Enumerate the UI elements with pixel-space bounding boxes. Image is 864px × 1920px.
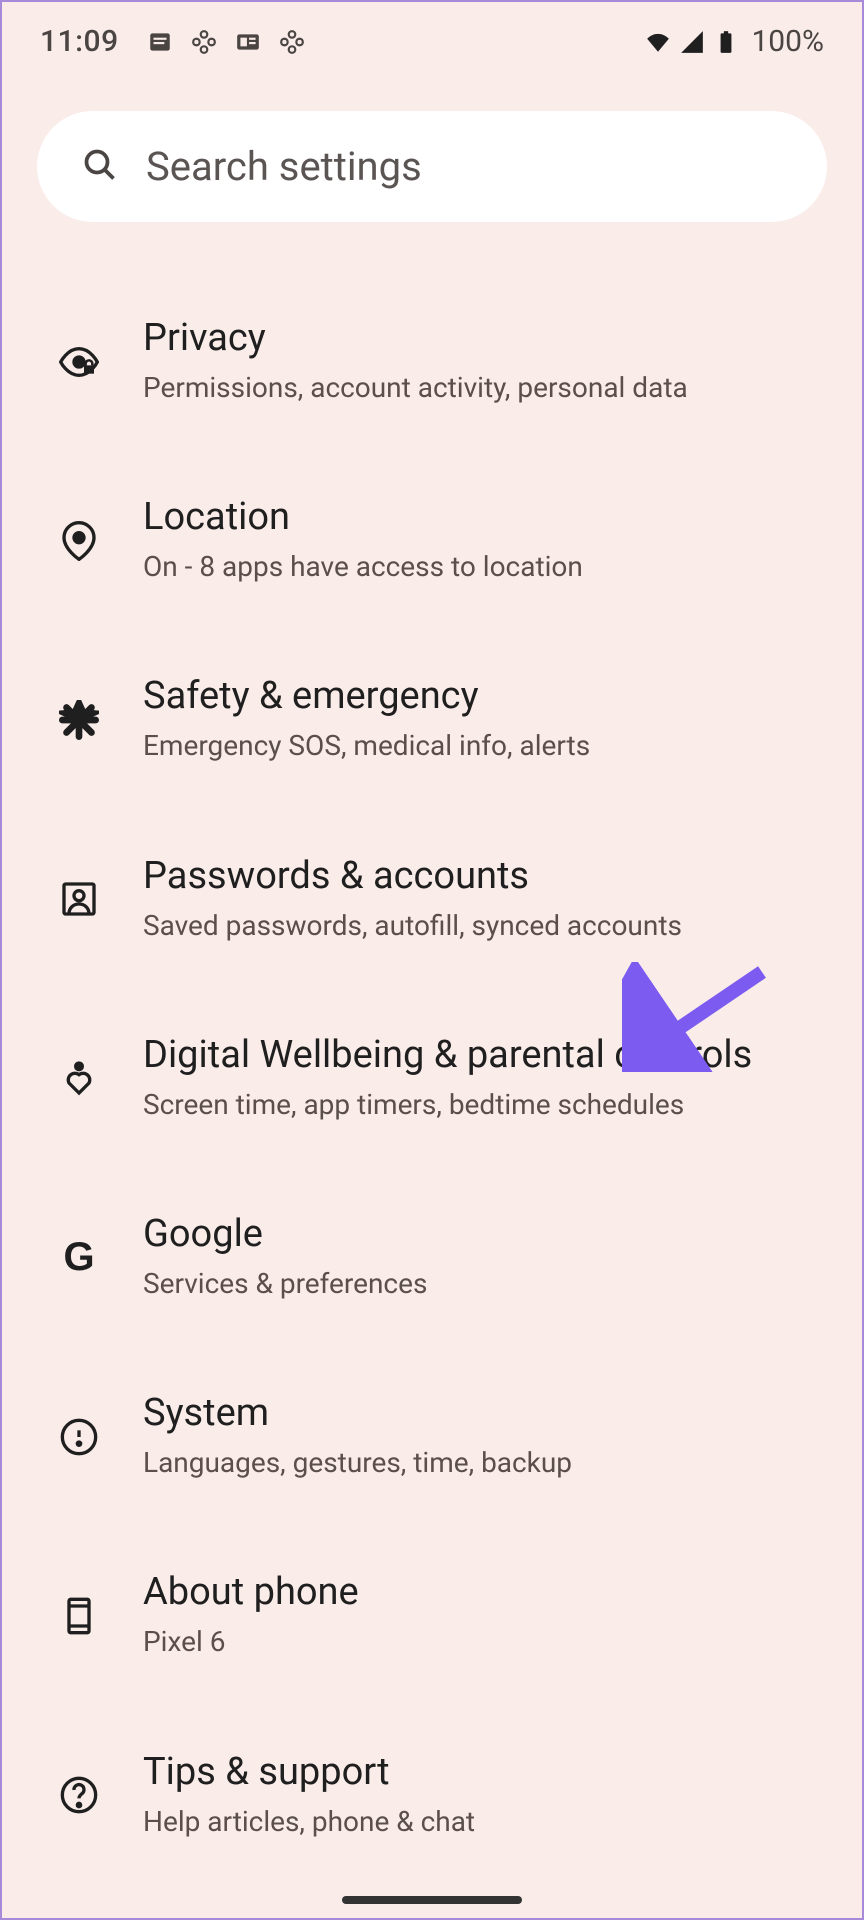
settings-item-wellbeing[interactable]: Digital Wellbeing & parental controls Sc… bbox=[22, 989, 842, 1168]
item-title: Digital Wellbeing & parental controls bbox=[143, 1033, 822, 1077]
location-icon bbox=[57, 519, 101, 563]
item-subtitle: Pixel 6 bbox=[143, 1622, 822, 1661]
news-icon bbox=[235, 29, 261, 55]
message-icon bbox=[147, 29, 173, 55]
settings-item-passwords[interactable]: Passwords & accounts Saved passwords, au… bbox=[22, 810, 842, 989]
settings-item-tips[interactable]: Tips & support Help articles, phone & ch… bbox=[22, 1706, 842, 1885]
wellbeing-icon bbox=[57, 1056, 101, 1100]
item-title: Tips & support bbox=[143, 1750, 822, 1794]
item-text: About phone Pixel 6 bbox=[143, 1570, 822, 1661]
item-subtitle: Permissions, account activity, personal … bbox=[143, 368, 822, 407]
account-icon bbox=[57, 877, 101, 921]
item-text: Privacy Permissions, account activity, p… bbox=[143, 316, 822, 407]
wifi-icon bbox=[645, 29, 671, 55]
item-text: System Languages, gestures, time, backup bbox=[143, 1391, 822, 1482]
item-title: Location bbox=[143, 495, 822, 539]
search-bar[interactable]: Search settings bbox=[37, 111, 827, 222]
item-subtitle: On - 8 apps have access to location bbox=[143, 547, 822, 586]
status-bar: 11:09 100% bbox=[2, 2, 862, 81]
system-icon bbox=[57, 1415, 101, 1459]
item-text: Tips & support Help articles, phone & ch… bbox=[143, 1750, 822, 1841]
phone-icon bbox=[57, 1594, 101, 1638]
settings-item-about[interactable]: About phone Pixel 6 bbox=[22, 1526, 842, 1705]
settings-item-system[interactable]: System Languages, gestures, time, backup bbox=[22, 1347, 842, 1526]
item-text: Location On - 8 apps have access to loca… bbox=[143, 495, 822, 586]
battery-icon bbox=[713, 29, 739, 55]
signal-icon bbox=[679, 29, 705, 55]
item-subtitle: Screen time, app timers, bedtime schedul… bbox=[143, 1085, 822, 1124]
nav-bar-pill[interactable] bbox=[342, 1896, 522, 1904]
item-title: Privacy bbox=[143, 316, 822, 360]
safety-icon bbox=[57, 698, 101, 742]
item-subtitle: Help articles, phone & chat bbox=[143, 1802, 822, 1841]
help-icon bbox=[57, 1773, 101, 1817]
item-subtitle: Languages, gestures, time, backup bbox=[143, 1443, 822, 1482]
item-text: Safety & emergency Emergency SOS, medica… bbox=[143, 674, 822, 765]
item-text: Google Services & preferences bbox=[143, 1212, 822, 1303]
item-title: About phone bbox=[143, 1570, 822, 1614]
battery-percentage: 100% bbox=[751, 24, 824, 59]
settings-item-google[interactable]: G Google Services & preferences bbox=[22, 1168, 842, 1347]
settings-item-location[interactable]: Location On - 8 apps have access to loca… bbox=[22, 451, 842, 630]
item-text: Digital Wellbeing & parental controls Sc… bbox=[143, 1033, 822, 1124]
google-icon: G bbox=[57, 1236, 101, 1280]
status-right: 100% bbox=[645, 24, 824, 59]
item-title: Passwords & accounts bbox=[143, 854, 822, 898]
settings-list: Privacy Permissions, account activity, p… bbox=[2, 272, 862, 1885]
item-subtitle: Saved passwords, autofill, synced accoun… bbox=[143, 906, 822, 945]
item-title: Google bbox=[143, 1212, 822, 1256]
item-title: System bbox=[143, 1391, 822, 1435]
search-placeholder: Search settings bbox=[146, 143, 422, 190]
item-title: Safety & emergency bbox=[143, 674, 822, 718]
settings-item-safety[interactable]: Safety & emergency Emergency SOS, medica… bbox=[22, 630, 842, 809]
status-time: 11:09 bbox=[40, 24, 119, 59]
item-text: Passwords & accounts Saved passwords, au… bbox=[143, 854, 822, 945]
search-icon bbox=[82, 147, 118, 187]
item-subtitle: Emergency SOS, medical info, alerts bbox=[143, 726, 822, 765]
pinwheel-icon-1 bbox=[191, 29, 217, 55]
item-subtitle: Services & preferences bbox=[143, 1264, 822, 1303]
pinwheel-icon-2 bbox=[279, 29, 305, 55]
settings-item-privacy[interactable]: Privacy Permissions, account activity, p… bbox=[22, 272, 842, 451]
status-left: 11:09 bbox=[40, 24, 305, 59]
privacy-icon bbox=[57, 340, 101, 384]
